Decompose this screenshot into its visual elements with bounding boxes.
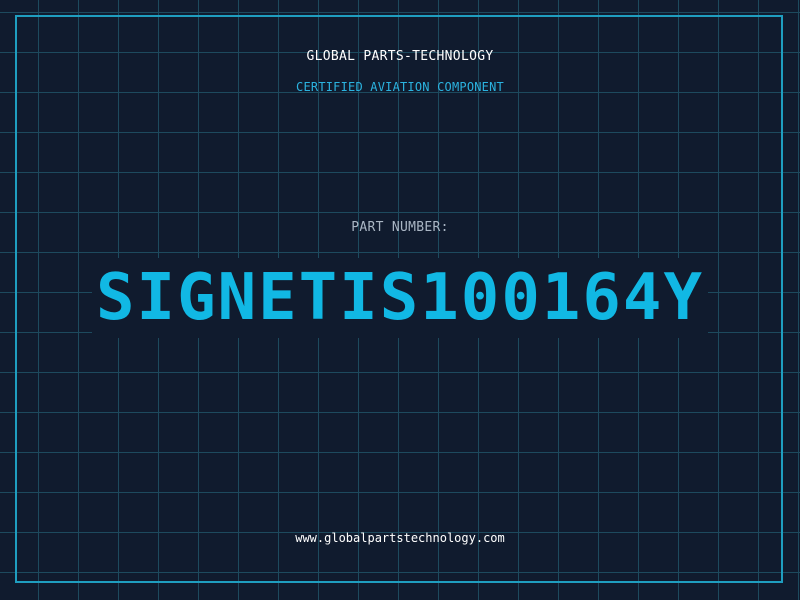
- website-url: www.globalpartstechnology.com: [295, 531, 505, 545]
- certificate-canvas: GLOBAL PARTS-TECHNOLOGY CERTIFIED AVIATI…: [0, 0, 800, 600]
- part-number-label: PART NUMBER:: [351, 220, 449, 235]
- certification-subtitle: CERTIFIED AVIATION COMPONENT: [296, 80, 504, 94]
- part-number-value: SIGNETIS100164Y: [92, 258, 708, 338]
- part-number-container: SIGNETIS100164Y: [0, 258, 800, 338]
- company-name: GLOBAL PARTS-TECHNOLOGY: [306, 49, 494, 64]
